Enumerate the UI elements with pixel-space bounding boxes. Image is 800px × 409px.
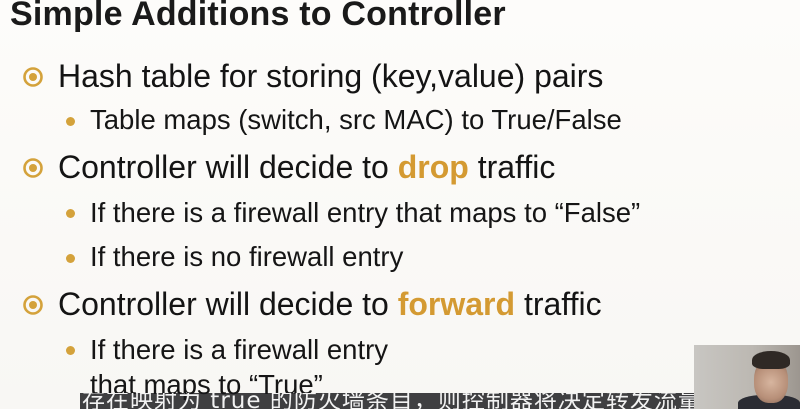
bullet-hash-table: Hash table for storing (key,value) pairs	[58, 58, 604, 94]
presenter-hair	[752, 351, 790, 369]
subtitle-text: 存在映射为 true 的防火墙条目，则控制器将决定转发流量	[82, 393, 694, 409]
bullet-text: traffic	[515, 286, 602, 322]
slide-title: Simple Additions to Controller	[10, 0, 506, 33]
bullet-decide-drop: Controller will decide to drop traffic	[58, 148, 555, 186]
keyword-forward: forward	[397, 286, 516, 322]
sub-bullet-false-entry: If there is a firewall entry that maps t…	[90, 197, 641, 228]
circle-bullet-icon	[23, 295, 43, 315]
bullet-text: Controller will decide to	[58, 286, 398, 322]
keyword-drop: drop	[397, 149, 469, 185]
circle-bullet-icon	[23, 67, 43, 87]
slide: Simple Additions to Controller Hash tabl…	[0, 0, 800, 409]
subtitle-bar: 存在映射为 true 的防火墙条目，则控制器将决定转发流量	[80, 393, 694, 409]
dot-bullet-icon	[66, 346, 75, 355]
dot-bullet-icon	[66, 117, 75, 126]
sub-bullet-table-maps: Table maps (switch, src MAC) to True/Fal…	[90, 104, 622, 135]
bullet-decide-forward: Controller will decide to forward traffi…	[58, 285, 602, 323]
dot-bullet-icon	[66, 209, 75, 218]
sub-bullet-true-entry-line1: If there is a firewall entry	[90, 334, 389, 365]
circle-bullet-icon	[23, 158, 43, 178]
presenter-video[interactable]	[694, 345, 800, 409]
dot-bullet-icon	[66, 254, 75, 263]
bullet-text: traffic	[468, 149, 556, 185]
bullet-text: Controller will decide to	[58, 149, 398, 185]
sub-bullet-no-entry: If there is no firewall entry	[90, 241, 404, 272]
